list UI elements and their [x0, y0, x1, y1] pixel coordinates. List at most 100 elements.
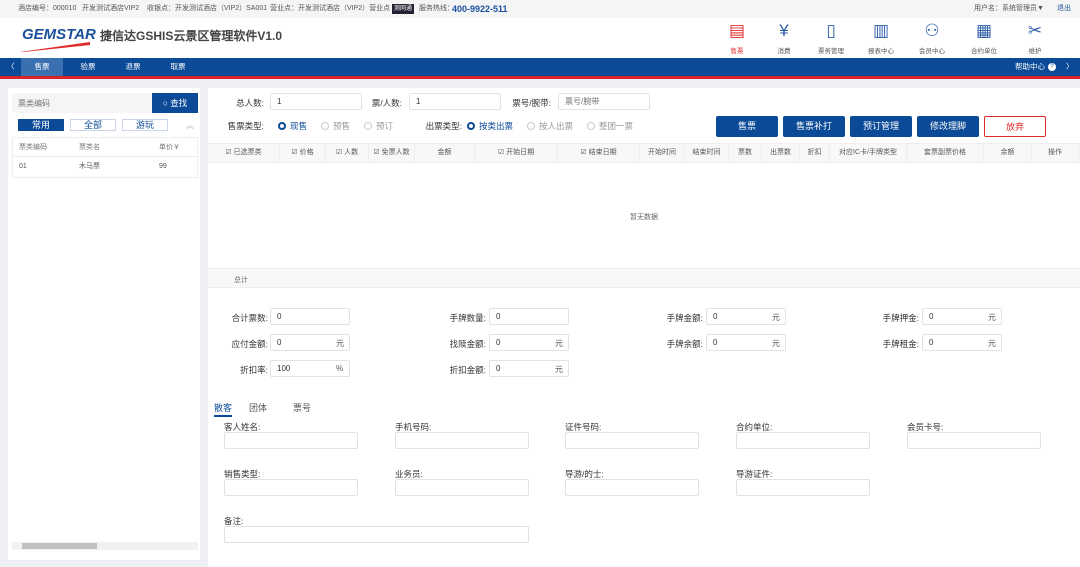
summary-label: 折扣率:: [240, 365, 268, 375]
per-ticket-label: 票/人数:: [371, 98, 402, 108]
tab-play[interactable]: 游玩: [122, 119, 168, 131]
network-badge: 测网通: [392, 4, 415, 14]
radio-reserve[interactable]: 预订: [364, 120, 393, 132]
summary-label: 手牌押金:: [882, 313, 919, 323]
help-icon[interactable]: ?: [1048, 63, 1056, 71]
ticket-code-search-input[interactable]: [12, 93, 152, 113]
abandon-button[interactable]: 放弃: [984, 116, 1046, 137]
radio-one-per-group[interactable]: 整团一票: [587, 120, 633, 132]
guest-field-input[interactable]: [736, 479, 870, 496]
column-header: 票数: [729, 143, 762, 163]
radio-label: 预售: [333, 121, 351, 131]
tab-all[interactable]: 全部: [70, 119, 116, 131]
header-icon-label: 消费: [777, 48, 791, 55]
radio-label: 现售: [290, 121, 308, 131]
summary-input[interactable]: [270, 308, 350, 325]
tab-common[interactable]: 常用: [18, 119, 64, 131]
guest-field-input[interactable]: [565, 432, 699, 449]
column-header: 开始时间: [640, 143, 685, 163]
table-total-row: 总计: [208, 268, 1080, 288]
nav-next-button[interactable]: 〉: [1066, 58, 1074, 76]
guest-field-input[interactable]: [224, 479, 358, 496]
top-info-bar: 酒店编号：000010 开发测试酒店VIP2 收银点：开发测试酒店（VIP2）S…: [0, 0, 1080, 18]
help-center-link[interactable]: 帮助中心: [1015, 58, 1045, 76]
sell-button[interactable]: 售票: [716, 116, 778, 137]
header-report[interactable]: ▥ 报表中心: [856, 20, 906, 55]
column-header: ☑ 免票人数: [369, 143, 415, 163]
ticket-no-input[interactable]: [558, 93, 650, 110]
unit-label: 元: [555, 339, 563, 348]
logo: GEMSTAR: [22, 26, 96, 43]
radio-issue-by-person[interactable]: 按人出票: [527, 120, 573, 132]
reprint-button[interactable]: 售票补打: [783, 116, 845, 137]
summary-input[interactable]: [489, 308, 569, 325]
summary-label: 手牌租金:: [882, 339, 919, 349]
column-header: ☑ 已选票类: [208, 143, 280, 163]
guest-field-input[interactable]: [736, 432, 870, 449]
column-header: ☑ 开始日期: [475, 143, 558, 163]
horizontal-scrollbar[interactable]: [12, 542, 198, 550]
column-header: 出票数: [762, 143, 800, 163]
cashier-point: 收银点：开发测试酒店（VIP2）SA001: [147, 5, 268, 12]
sale-type-label: 售票类型:: [227, 121, 264, 131]
ticket-manage-icon: ▯: [826, 21, 836, 40]
search-button[interactable]: ○ 查找: [152, 93, 198, 113]
nav-prev-button[interactable]: 〈: [7, 58, 15, 76]
column-header: 单价￥: [159, 144, 180, 151]
empty-message: 暂无数据: [630, 214, 658, 221]
radio-presale[interactable]: 预售: [321, 120, 350, 132]
hotel-name: 开发测试酒店VIP2: [82, 5, 140, 12]
business-point: 营业点：开发测试酒店（VIP2）营业点: [270, 5, 391, 12]
unit-label: 元: [988, 313, 996, 322]
tab-group[interactable]: 团体: [249, 401, 267, 414]
guest-field-input[interactable]: [907, 432, 1041, 449]
unit-label: 元: [988, 339, 996, 348]
summary-label: 手牌余额:: [666, 339, 703, 349]
column-header: 结束时间: [685, 143, 729, 163]
column-header: 票类编码: [19, 144, 47, 151]
guest-field-input[interactable]: [395, 479, 529, 496]
tab-ticket-no[interactable]: 票号: [293, 401, 311, 414]
header-contract-unit[interactable]: ▦ 合约单位: [959, 20, 1009, 55]
radio-sale-now[interactable]: 现售: [278, 120, 307, 132]
radio-label: 按类出票: [479, 121, 514, 131]
guest-field-input[interactable]: [565, 479, 699, 496]
header-consume[interactable]: ¥ 消费: [759, 20, 809, 55]
header-ticket-manage[interactable]: ▯ 票务管理: [806, 20, 856, 55]
unit-label: 元: [555, 365, 563, 374]
user-menu[interactable]: 用户名：系统管理员▼: [974, 0, 1044, 18]
modify-button[interactable]: 修改理脚: [917, 116, 979, 137]
ticket-type-panel: ○ 查找 常用 全部 游玩 ︽ 票类编码 票类名 单价￥ 01 木马票 99: [8, 88, 200, 560]
header-sell-ticket[interactable]: ▤ 售票: [712, 20, 762, 55]
tab-individual[interactable]: 散客: [214, 401, 233, 417]
header-member[interactable]: ⚇ 会员中心: [907, 20, 957, 55]
nav-tab-collect[interactable]: 取票: [157, 58, 199, 76]
nav-tab-refund[interactable]: 退票: [112, 58, 154, 76]
booking-manage-button[interactable]: 预订管理: [850, 116, 912, 137]
building-icon: ▦: [975, 21, 993, 40]
header-maintain[interactable]: ✂ 维护: [1010, 20, 1060, 55]
guest-field-input[interactable]: [224, 432, 358, 449]
logo-swoosh: [20, 42, 90, 52]
column-header: 票类名: [79, 144, 100, 151]
guest-field-input[interactable]: [395, 432, 529, 449]
summary-label: 折扣金额:: [449, 365, 486, 375]
header-icon-label: 报表中心: [868, 48, 894, 55]
radio-label: 按人出票: [539, 121, 574, 131]
guest-field-input[interactable]: [224, 526, 529, 543]
nav-tab-check[interactable]: 验票: [67, 58, 109, 76]
column-header: 套票副票价格: [907, 143, 984, 163]
table-row[interactable]: 01 木马票 99: [12, 157, 198, 178]
unit-label: %: [336, 364, 344, 373]
column-header: 操作: [1032, 143, 1079, 163]
ticket-price: 99: [159, 163, 167, 170]
column-header: 余额: [984, 143, 1032, 163]
nav-tab-sell[interactable]: 售票: [21, 58, 63, 76]
radio-issue-by-type[interactable]: 按类出票: [467, 120, 513, 132]
issue-type-label: 出票类型:: [425, 121, 462, 131]
logout-link[interactable]: 退出: [1057, 0, 1071, 18]
app-title: 捷信达GSHIS云景区管理软件V1.0: [100, 29, 283, 43]
collapse-icon[interactable]: ︽: [186, 120, 194, 131]
unit-label: 元: [772, 313, 780, 322]
scrollbar-thumb[interactable]: [22, 543, 97, 549]
